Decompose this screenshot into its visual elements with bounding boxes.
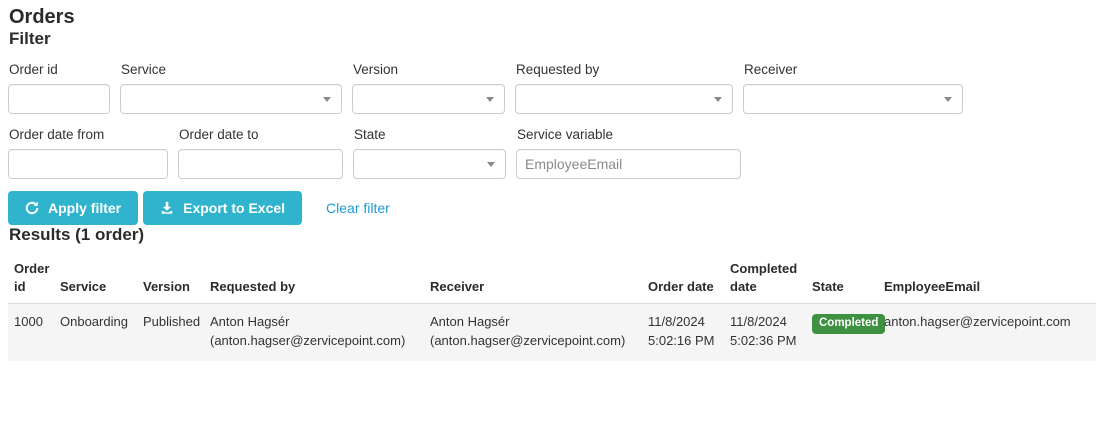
service-select[interactable] xyxy=(120,84,342,114)
col-order-id: Order id xyxy=(8,257,54,305)
service-variable-input[interactable] xyxy=(516,149,741,179)
cell-order-date: 11/8/2024 5:02:16 PM xyxy=(642,303,724,362)
chevron-down-icon xyxy=(486,97,494,102)
completed-date: 11/8/2024 xyxy=(730,314,787,330)
table-header-row: Order id Service Version Requested by Re… xyxy=(8,257,1096,305)
requested-by-select[interactable] xyxy=(515,84,733,114)
download-icon xyxy=(160,201,174,215)
filter-actions: Apply filter Export to Excel Clear filte… xyxy=(8,191,1103,225)
col-order-date: Order date xyxy=(642,257,724,305)
chevron-down-icon xyxy=(323,97,331,102)
order-date-to-field: Order date to xyxy=(178,127,343,179)
state-select[interactable] xyxy=(353,149,506,179)
completed-time: 5:02:36 PM xyxy=(730,333,797,349)
cell-receiver: Anton Hagsér (anton.hagser@zervicepoint.… xyxy=(424,303,642,362)
receiver-label: Receiver xyxy=(744,62,798,77)
order-date-from-field: Order date from xyxy=(8,127,168,179)
receiver-email: (anton.hagser@zervicepoint.com) xyxy=(430,333,626,349)
cell-completed-date: 11/8/2024 5:02:36 PM xyxy=(724,303,806,362)
chevron-down-icon xyxy=(487,162,495,167)
cell-state: Completed xyxy=(806,303,886,362)
cell-version: Published xyxy=(137,303,204,362)
export-to-excel-button[interactable]: Export to Excel xyxy=(143,191,303,225)
version-select[interactable] xyxy=(352,84,505,114)
col-completed-date: Completed date xyxy=(724,257,806,305)
cell-employee-email: anton.hagser@zervicepoint.com xyxy=(878,303,1096,362)
col-receiver: Receiver xyxy=(424,257,642,305)
col-state: State xyxy=(806,257,878,305)
filter-heading: Filter xyxy=(9,29,51,48)
version-field: Version xyxy=(352,62,505,114)
status-badge: Completed xyxy=(812,314,886,334)
order-date-to-label: Order date to xyxy=(179,127,259,142)
col-requested-by: Requested by xyxy=(204,257,424,305)
results-heading: Results (1 order) xyxy=(9,225,145,244)
chevron-down-icon xyxy=(944,97,952,102)
apply-filter-label: Apply filter xyxy=(48,200,122,216)
col-service: Service xyxy=(54,257,137,305)
state-label: State xyxy=(354,127,386,142)
export-to-excel-label: Export to Excel xyxy=(183,200,286,216)
order-date-from-label: Order date from xyxy=(9,127,105,142)
order-date: 11/8/2024 xyxy=(648,314,705,330)
cell-service: Onboarding xyxy=(54,303,137,362)
service-label: Service xyxy=(121,62,167,77)
table-row[interactable]: 1000 Onboarding Published Anton Hagsér (… xyxy=(8,303,1096,362)
order-id-label: Order id xyxy=(9,62,58,77)
order-date-from-input[interactable] xyxy=(8,149,168,179)
page-title: Orders xyxy=(9,6,75,28)
order-time: 5:02:16 PM xyxy=(648,333,715,349)
order-date-to-input[interactable] xyxy=(178,149,343,179)
service-variable-field: Service variable xyxy=(516,127,741,179)
apply-filter-button[interactable]: Apply filter xyxy=(8,191,139,225)
col-version: Version xyxy=(137,257,204,305)
version-label: Version xyxy=(353,62,399,77)
orders-page: Orders Filter Order id Service Version R… xyxy=(0,0,1103,434)
state-field: State xyxy=(353,127,506,179)
order-id-input[interactable] xyxy=(8,84,110,114)
receiver-name: Anton Hagsér xyxy=(430,314,510,330)
results-table: Order id Service Version Requested by Re… xyxy=(8,257,1096,362)
order-id-field: Order id xyxy=(8,62,110,114)
clear-filter-link[interactable]: Clear filter xyxy=(326,200,390,216)
cell-requested-by: Anton Hagsér (anton.hagser@zervicepoint.… xyxy=(204,303,424,362)
requested-by-field: Requested by xyxy=(515,62,733,114)
filter-row-2: Order date from Order date to State Serv… xyxy=(0,127,1103,179)
receiver-select[interactable] xyxy=(743,84,963,114)
service-variable-label: Service variable xyxy=(517,127,614,142)
filter-row-1: Order id Service Version Requested by Re… xyxy=(0,62,1103,114)
col-employee-email: EmployeeEmail xyxy=(878,257,1096,305)
chevron-down-icon xyxy=(714,97,722,102)
receiver-field: Receiver xyxy=(743,62,963,114)
requested-by-label: Requested by xyxy=(516,62,600,77)
cell-order-id: 1000 xyxy=(8,303,54,362)
refresh-icon xyxy=(25,201,39,215)
requested-by-email: (anton.hagser@zervicepoint.com) xyxy=(210,333,406,349)
service-field: Service xyxy=(120,62,342,114)
requested-by-name: Anton Hagsér xyxy=(210,314,290,330)
